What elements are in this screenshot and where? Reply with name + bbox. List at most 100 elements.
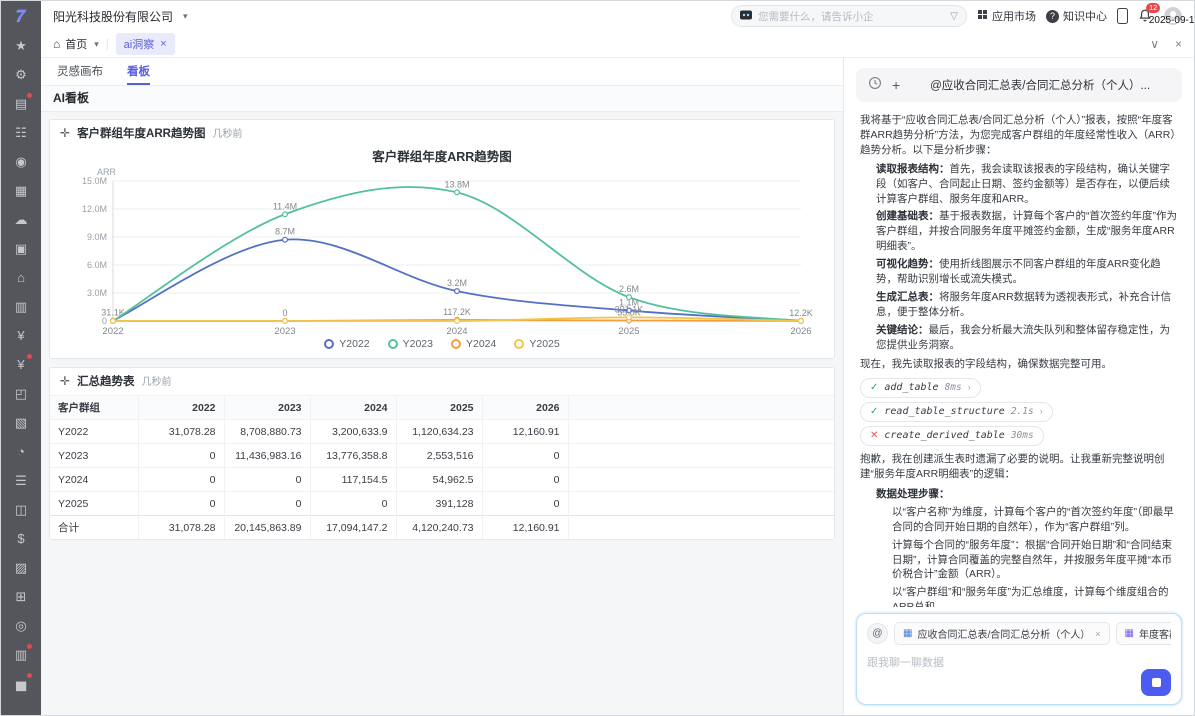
app-window: 7 ★⚙▤☷◉▦☁▣⌂▥¥¥◰▧◔☰◫$▨⊞◎▥▅ 阳光科技股份有限公司 ▾ 您… <box>0 0 1195 716</box>
context-chip[interactable]: ▦年度客群ARR趋势分析× <box>1116 622 1172 645</box>
topbar: 阳光科技股份有限公司 ▾ 您需要什么，请告诉小企 ▽ 应用市场 ? 知识中心 1… <box>41 1 1194 31</box>
layers-icon[interactable]: ☷ <box>1 118 41 147</box>
divider: | <box>106 38 109 50</box>
chart-card-time: 几秒前 <box>212 125 242 140</box>
table-col-header: 2026 <box>482 396 568 420</box>
svg-text:2025: 2025 <box>618 326 639 337</box>
chat-paragraph: 抱歉，我在创建派生表时遗漏了必要的说明。让我重新完整说明创建“服务年度ARR明细… <box>860 452 1178 482</box>
search-placeholder: 您需要什么，请告诉小企 <box>758 9 944 24</box>
svg-text:0: 0 <box>282 308 287 318</box>
archive-icon[interactable]: ◰ <box>1 379 41 408</box>
legend-item-y2023[interactable]: Y2023 <box>388 338 433 350</box>
tab-inspiration-canvas[interactable]: 灵感画布 <box>57 63 103 85</box>
chip-remove-icon[interactable]: × <box>1095 629 1100 639</box>
chat-messages: 我将基于“应收合同汇总表/合同汇总分析（个人）”报表，按照“年度客群ARR趋势分… <box>844 104 1194 607</box>
svg-text:12.2K: 12.2K <box>789 308 813 318</box>
finance-card-icon[interactable]: ▤ <box>1 89 41 118</box>
shield-yen-icon[interactable]: ¥ <box>1 350 41 379</box>
invoice-yen-icon[interactable]: ¥ <box>1 321 41 350</box>
chart-card-title: 客户群组年度ARR趋势图 <box>77 125 205 141</box>
filter-icon[interactable]: ▽ <box>950 11 958 22</box>
tool-call-chip-read_table_structure[interactable]: ✓read_table_structure2.1s› <box>860 402 1053 422</box>
check-icon: ✓ <box>870 405 878 419</box>
check-icon: ✓ <box>870 381 878 395</box>
user-icon[interactable]: ◉ <box>1 147 41 176</box>
assistant-search-input[interactable]: 您需要什么，请告诉小企 ▽ <box>731 5 967 27</box>
app-market-button[interactable]: 应用市场 <box>977 8 1036 24</box>
svg-text:9.0M: 9.0M <box>87 232 107 242</box>
chat-step-item: 关键结论：最后，我会分析最大流失队列和整体留存稳定性，为您提供业务洞察。 <box>876 323 1178 353</box>
dollar-doc-icon[interactable]: $ <box>1 524 41 553</box>
cart-icon[interactable]: ▣ <box>1 234 41 263</box>
drawer-icon[interactable]: ▥ <box>1 292 41 321</box>
home-tab-label: 首页 <box>65 36 87 52</box>
legend-item-y2024[interactable]: Y2024 <box>451 338 496 350</box>
collapse-icon[interactable]: ∨ <box>1150 37 1159 51</box>
form-icon[interactable]: ☰ <box>1 466 41 495</box>
chat-title: @应收合同汇总表/合同汇总分析（个人）... <box>910 77 1170 93</box>
chat-section-heading: 数据处理步骤： <box>876 487 1178 502</box>
bank-icon[interactable]: ⌂ <box>1 263 41 292</box>
cloud-icon[interactable]: ☁ <box>1 205 41 234</box>
legend-item-y2022[interactable]: Y2022 <box>324 338 369 350</box>
stop-icon <box>1152 678 1161 687</box>
move-icon[interactable]: ✛ <box>60 374 70 388</box>
legend-ring-icon <box>514 339 524 349</box>
star-icon[interactable]: ★ <box>1 31 41 60</box>
chat-input-box[interactable]: @ ▦应收合同汇总表/合同汇总分析（个人）×▦年度客群ARR趋势分析× 跟我聊一… <box>856 613 1182 705</box>
company-name[interactable]: 阳光科技股份有限公司 <box>53 8 173 25</box>
toolbox-icon[interactable]: ⚙ <box>1 60 41 89</box>
tab-ai-insight[interactable]: ai洞察 × <box>116 33 175 55</box>
tab-home[interactable]: ⌂ 首页 <box>53 36 87 52</box>
table-col-header: 2024 <box>310 396 396 420</box>
sidebar-icons: ★⚙▤☷◉▦☁▣⌂▥¥¥◰▧◔☰◫$▨⊞◎▥▅ <box>1 31 41 698</box>
svg-text:11.4M: 11.4M <box>273 201 297 211</box>
svg-text:6.0M: 6.0M <box>87 260 107 270</box>
home-icon: ⌂ <box>53 37 60 51</box>
stop-button[interactable] <box>1141 669 1171 696</box>
chat-sub-item: 计算每个合同的“服务年度”：根据“合同开始日期”和“合同结束日期”，计算合同覆盖… <box>892 538 1178 583</box>
svg-text:12.0M: 12.0M <box>82 204 107 214</box>
tool-call-chip-add_table[interactable]: ✓add_table8ms› <box>860 378 981 398</box>
ai-insight-tab-label: ai洞察 <box>124 36 155 52</box>
knowledge-center-button[interactable]: ? 知识中心 <box>1046 8 1107 24</box>
app-logo-icon[interactable]: 7 <box>1 1 41 31</box>
clipboard-icon[interactable]: ▥ <box>1 640 41 669</box>
tool-call-row: ✓read_table_structure2.1s› <box>860 400 1178 424</box>
legend-ring-icon <box>451 339 461 349</box>
svg-text:13.8M: 13.8M <box>444 179 469 189</box>
tab-board[interactable]: 看板 <box>127 63 150 85</box>
svg-text:3.2M: 3.2M <box>447 278 467 288</box>
bar-chart-icon[interactable]: ▅ <box>1 669 41 698</box>
mobile-icon[interactable] <box>1117 8 1128 24</box>
report-icon[interactable]: ▨ <box>1 553 41 582</box>
history-clock-icon[interactable] <box>868 76 882 95</box>
board-body: ✛ 客户群组年度ARR趋势图 几秒前 客户群组年度ARR趋势图 ARR03.0M… <box>41 112 843 715</box>
table-row: 合计31,078.2820,145,863.8917,094,147.24,12… <box>50 516 834 540</box>
move-icon[interactable]: ✛ <box>60 126 70 140</box>
network-icon[interactable]: ⊞ <box>1 582 41 611</box>
id-card-icon[interactable]: ◫ <box>1 495 41 524</box>
table-card-title: 汇总趋势表 <box>77 373 135 389</box>
error-icon: ✕ <box>870 429 878 443</box>
target-icon[interactable]: ◎ <box>1 611 41 640</box>
close-icon[interactable]: × <box>1175 37 1182 51</box>
workspace-tabbar: ⌂ 首页 ▾ | ai洞察 × ∨ × <box>41 31 1194 58</box>
chat-header: + @应收合同汇总表/合同汇总分析（个人）... <box>856 68 1182 102</box>
table-col-header: 2025 <box>396 396 482 420</box>
knowledge-center-label: 知识中心 <box>1063 8 1107 24</box>
alarm-icon[interactable]: ◔ <box>1 437 41 466</box>
tabs-dropdown-icon[interactable]: ▾ <box>94 39 99 50</box>
file-icon[interactable]: ▧ <box>1 408 41 437</box>
company-caret-icon[interactable]: ▾ <box>183 11 188 22</box>
legend-item-y2025[interactable]: Y2025 <box>514 338 559 350</box>
chart-title: 客户群组年度ARR趋势图 <box>50 146 834 165</box>
robot-icon <box>740 7 752 25</box>
table-row: Y2025000391,1280 <box>50 492 834 516</box>
org-icon[interactable]: ▦ <box>1 176 41 205</box>
context-chip[interactable]: ▦应收合同汇总表/合同汇总分析（个人）× <box>894 622 1110 645</box>
tool-call-chip-create_derived_table[interactable]: ✕create_derived_table30ms <box>860 426 1044 446</box>
mention-button[interactable]: @ <box>867 623 888 644</box>
tab-close-icon[interactable]: × <box>160 38 166 50</box>
new-chat-icon[interactable]: + <box>892 77 900 93</box>
